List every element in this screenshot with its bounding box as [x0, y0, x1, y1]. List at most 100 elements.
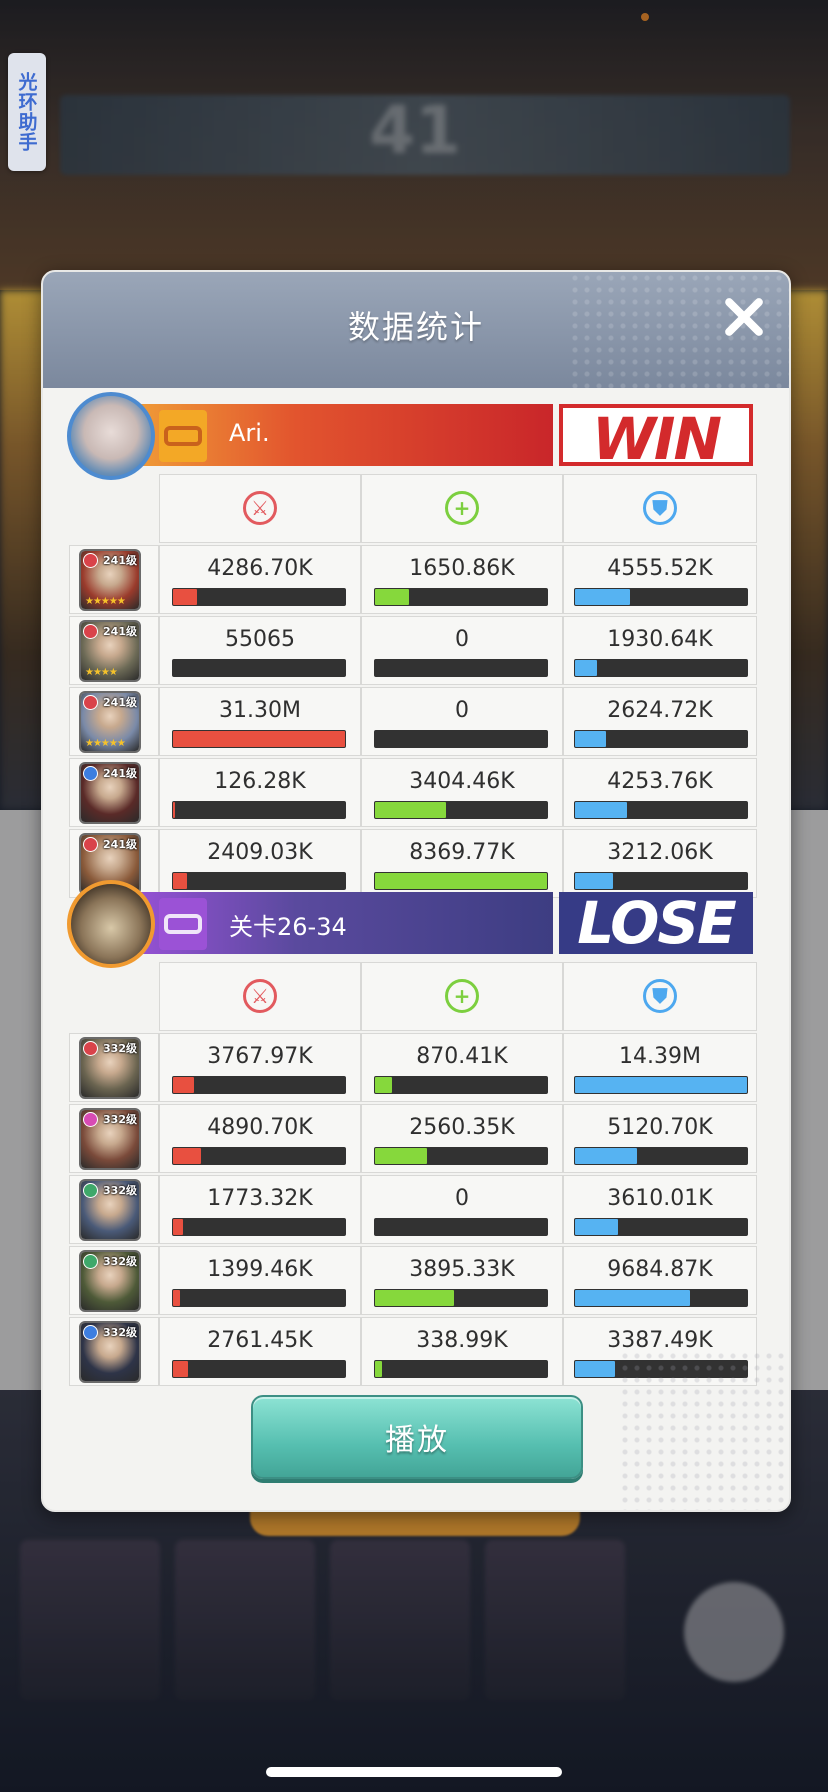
heal-cell: 1650.86K	[361, 545, 563, 614]
defense-bar-fill	[575, 1077, 747, 1093]
stat-header-cell: ⚔	[159, 962, 361, 1031]
defense-value: 14.39M	[619, 1044, 701, 1069]
hero-cell: 332级	[69, 1175, 159, 1244]
damage-value: 1773.32K	[207, 1186, 313, 1211]
defense-value: 5120.70K	[607, 1115, 713, 1140]
hero-cell: 332级	[69, 1104, 159, 1173]
defense-value: 3212.06K	[607, 840, 713, 865]
hero-portrait[interactable]: 332级	[79, 1179, 141, 1241]
defense-value: 9684.87K	[607, 1257, 713, 1282]
hero-cell: 332级	[69, 1246, 159, 1315]
heal-icon: +	[445, 979, 479, 1013]
heal-bar	[374, 801, 548, 819]
defense-bar-fill	[575, 1219, 618, 1235]
defense-cell: 5120.70K	[563, 1104, 757, 1173]
heal-cell: 2560.35K	[361, 1104, 563, 1173]
element-badge-icon	[83, 1325, 98, 1340]
player-avatar	[67, 392, 155, 480]
hero-portrait[interactable]: 332级	[79, 1321, 141, 1383]
damage-cell: 126.28K	[159, 758, 361, 827]
heal-cell: 338.99K	[361, 1317, 563, 1386]
heal-bar-fill	[375, 1361, 382, 1377]
heal-value: 0	[455, 627, 469, 652]
hero-level: 241级	[103, 696, 137, 709]
damage-bar	[172, 730, 346, 748]
modal-header: 数据统计	[43, 272, 789, 388]
damage-cell: 1773.32K	[159, 1175, 361, 1244]
hero-stats-row: 332级 4890.70K 2560.35K 5120.70K	[69, 1104, 757, 1175]
hero-portrait[interactable]: 332级	[79, 1037, 141, 1099]
damage-value: 1399.46K	[207, 1257, 313, 1282]
hero-level: 241级	[103, 554, 137, 567]
hero-stars: ★★★★★	[85, 738, 126, 749]
defense-cell: 14.39M	[563, 1033, 757, 1102]
hero-level: 241级	[103, 838, 137, 851]
modal-title: 数据统计	[347, 308, 484, 346]
hero-portrait[interactable]: 241级	[79, 762, 141, 824]
damage-bar-fill	[173, 1077, 194, 1093]
hero-level: 332级	[103, 1113, 137, 1126]
damage-bar	[172, 1147, 346, 1165]
element-badge-icon	[83, 1041, 98, 1056]
defense-bar	[574, 1218, 748, 1236]
stat-header-cell: ⛊	[563, 962, 757, 1031]
damage-cell: 4890.70K	[159, 1104, 361, 1173]
heal-icon: +	[445, 491, 479, 525]
heal-cell: 0	[361, 1175, 563, 1244]
hero-stars: ★★★★	[85, 667, 118, 678]
damage-value: 55065	[225, 627, 295, 652]
heal-bar	[374, 730, 548, 748]
hero-portrait[interactable]: 332级	[79, 1108, 141, 1170]
heal-value: 3895.33K	[409, 1257, 515, 1282]
play-label: 播放	[385, 1423, 449, 1458]
hero-stats-row: 332级 3767.97K 870.41K 14.39M	[69, 1033, 757, 1104]
damage-bar-fill	[173, 1148, 201, 1164]
element-badge-icon	[83, 1254, 98, 1269]
heal-bar	[374, 1289, 548, 1307]
element-badge-icon	[83, 1112, 98, 1127]
damage-cell: 55065	[159, 616, 361, 685]
defense-icon: ⛊	[643, 979, 677, 1013]
heal-value: 3404.46K	[409, 769, 515, 794]
stats-header-row: ⚔ + ⛊	[69, 474, 757, 545]
helper-label: 光环助手	[15, 72, 38, 152]
helper-assistant-tab[interactable]: 光环助手	[8, 53, 46, 171]
heal-value: 1650.86K	[409, 556, 515, 581]
damage-cell: 1399.46K	[159, 1246, 361, 1315]
hero-stats-row: 241级 ★★★★★ 4286.70K 1650.86K 4555.52K	[69, 545, 757, 616]
defense-value: 4555.52K	[607, 556, 713, 581]
defense-value: 2624.72K	[607, 698, 713, 723]
hero-cell: 332级	[69, 1317, 159, 1386]
hero-portrait[interactable]: 241级 ★★★★★	[79, 549, 141, 611]
heal-bar-fill	[375, 589, 409, 605]
damage-bar	[172, 659, 346, 677]
hero-level: 332级	[103, 1255, 137, 1268]
defense-cell: 4253.76K	[563, 758, 757, 827]
close-button[interactable]	[719, 292, 769, 342]
team-name: Ari.	[229, 419, 270, 447]
stat-header-cell: ⛊	[563, 474, 757, 543]
element-badge-icon	[83, 553, 98, 568]
hero-stats-row: 241级 ★★★★ 55065 0 1930.64K	[69, 616, 757, 687]
element-badge-icon	[83, 624, 98, 639]
stat-header-cell: +	[361, 962, 563, 1031]
hero-cell: 241级	[69, 758, 159, 827]
defense-bar-fill	[575, 731, 606, 747]
hero-level: 241级	[103, 625, 137, 638]
heal-value: 0	[455, 1186, 469, 1211]
hero-portrait[interactable]: 241级 ★★★★★	[79, 691, 141, 753]
heal-cell: 3895.33K	[361, 1246, 563, 1315]
defense-cell: 4555.52K	[563, 545, 757, 614]
hero-stats-row: 241级 126.28K 3404.46K 4253.76K	[69, 758, 757, 829]
damage-value: 4890.70K	[207, 1115, 313, 1140]
damage-icon: ⚔	[243, 491, 277, 525]
hero-stats-row: 332级 1773.32K 0 3610.01K	[69, 1175, 757, 1246]
damage-bar	[172, 1360, 346, 1378]
home-indicator[interactable]	[266, 1767, 562, 1777]
element-badge-icon	[83, 837, 98, 852]
heal-value: 338.99K	[416, 1328, 508, 1353]
hero-portrait[interactable]: 332级	[79, 1250, 141, 1312]
defense-bar-fill	[575, 589, 630, 605]
play-button[interactable]: 播放	[251, 1395, 583, 1479]
hero-portrait[interactable]: 241级 ★★★★	[79, 620, 141, 682]
